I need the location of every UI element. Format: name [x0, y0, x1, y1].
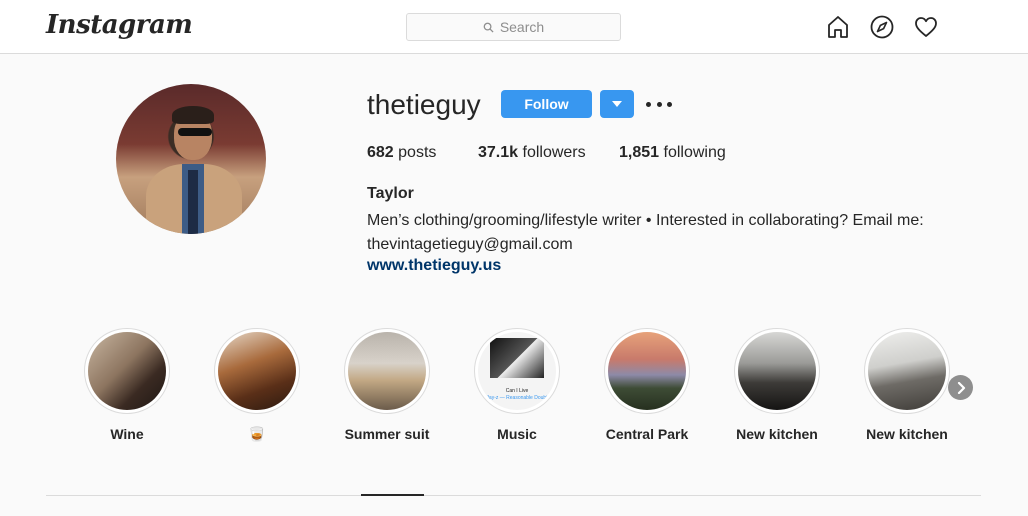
song-title: Can I Live [505, 388, 529, 394]
highlight-thumbnail [868, 332, 946, 410]
search-input[interactable]: Search [406, 13, 621, 41]
highlight-thumbnail [88, 332, 166, 410]
highlight-label: Music [497, 426, 537, 442]
highlight-ring [344, 328, 430, 414]
highlight-thumbnail [218, 332, 296, 410]
posts-number: 682 [367, 144, 394, 161]
highlight-label: 🥃 [248, 426, 266, 442]
highlight-whisky[interactable]: 🥃 [207, 328, 307, 443]
highlights-next-arrow-icon[interactable] [948, 375, 973, 400]
song-artist: Jay-z — Reasonable Doubt [486, 395, 548, 401]
active-tab-indicator [361, 494, 424, 496]
highlight-central-park[interactable]: Central Park [597, 328, 697, 442]
following-number: 1,851 [619, 144, 660, 161]
profile-full-name: Taylor [367, 185, 414, 202]
suggested-accounts-dropdown-button[interactable] [600, 90, 634, 118]
profile-username: thetieguy [367, 89, 481, 120]
bio-email: thevintagetieguy@gmail.com [367, 236, 573, 253]
bio-line: Men’s clothing/grooming/lifestyle writer… [367, 212, 924, 229]
instagram-logo[interactable]: Instagram [46, 10, 193, 40]
explore-compass-icon[interactable] [869, 14, 895, 40]
highlight-summer-suit[interactable]: Summer suit [337, 328, 437, 442]
home-icon[interactable] [825, 14, 851, 40]
highlight-new-kitchen[interactable]: New kitchen [727, 328, 827, 442]
more-options-icon[interactable] [646, 96, 672, 112]
dot [667, 101, 672, 107]
posts-count: 682 posts [367, 144, 436, 162]
highlight-label: Central Park [605, 426, 689, 442]
dot [656, 101, 662, 107]
following-link[interactable]: 1,851 following [619, 144, 726, 162]
profile-avatar[interactable] [116, 84, 266, 234]
posts-label: posts [398, 144, 437, 161]
avatar-tie [188, 170, 198, 234]
top-navigation-bar: Instagram Search [0, 0, 1028, 54]
highlight-music[interactable]: Can I Live Jay-z — Reasonable Doubt Musi… [467, 328, 567, 442]
chevron-down-icon [612, 101, 622, 107]
highlight-ring [84, 328, 170, 414]
dot [646, 101, 651, 107]
profile-bio: Men’s clothing/grooming/lifestyle writer… [367, 209, 927, 257]
avatar-hair [172, 106, 214, 124]
following-label: following [663, 144, 726, 161]
highlight-wine[interactable]: Wine [77, 328, 177, 442]
highlight-thumbnail [738, 332, 816, 410]
follow-button[interactable]: Follow [501, 90, 592, 118]
highlight-label: Wine [110, 426, 144, 442]
highlight-label: New kitchen [736, 426, 818, 442]
highlight-ring [864, 328, 950, 414]
tabs-divider [46, 495, 981, 496]
search-icon [483, 22, 494, 33]
highlight-thumbnail [348, 332, 426, 410]
highlight-ring: Can I Live Jay-z — Reasonable Doubt [474, 328, 560, 414]
highlight-ring [604, 328, 690, 414]
highlight-thumbnail: Can I Live Jay-z — Reasonable Doubt [478, 332, 556, 410]
avatar-sunglasses [178, 128, 212, 136]
search-placeholder: Search [499, 19, 545, 35]
highlight-ring [734, 328, 820, 414]
followers-label: followers [522, 144, 586, 161]
album-cover [490, 338, 544, 378]
highlight-label: Summer suit [344, 426, 430, 442]
highlight-new-kitchen[interactable]: New kitchen [857, 328, 957, 442]
highlight-ring [214, 328, 300, 414]
profile-website-link[interactable]: www.thetieguy.us [367, 257, 501, 275]
heart-icon[interactable] [913, 14, 939, 40]
highlight-label: New kitchen [866, 426, 948, 442]
highlight-thumbnail [608, 332, 686, 410]
followers-number: 37.1k [478, 144, 519, 161]
followers-link[interactable]: 37.1k followers [478, 144, 586, 162]
